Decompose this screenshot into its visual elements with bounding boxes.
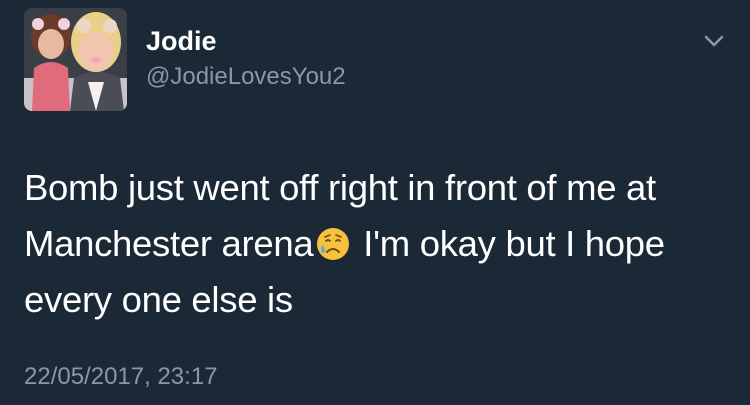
avatar[interactable] [24, 8, 127, 111]
disappointed-relieved-face-icon [315, 222, 351, 260]
chevron-down-icon[interactable] [700, 30, 728, 54]
display-name[interactable]: Jodie [146, 24, 217, 58]
tweet-timestamp[interactable]: 22/05/2017, 23:17 [24, 362, 218, 392]
tweet-card: Jodie @JodieLovesYou2 Bomb just went off… [0, 0, 750, 405]
tweet-text: Bomb just went off right in front of me … [24, 160, 724, 328]
user-handle[interactable]: @JodieLovesYou2 [146, 62, 346, 92]
avatar-photo-icon [24, 8, 127, 111]
